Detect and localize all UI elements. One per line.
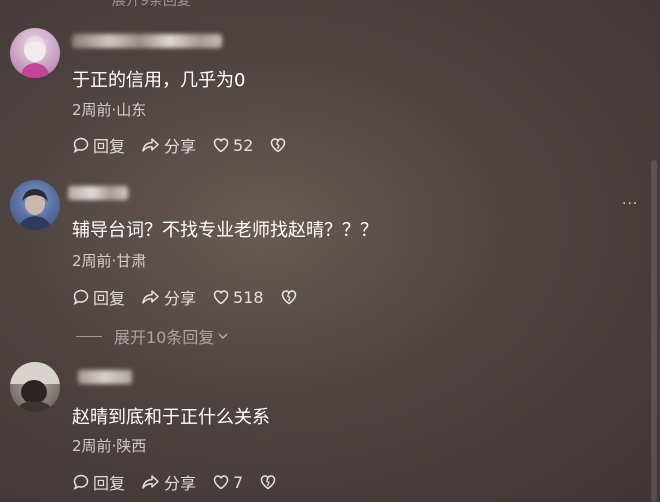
share-arrow-icon bbox=[142, 290, 159, 304]
avatar[interactable] bbox=[10, 28, 60, 78]
avatar[interactable] bbox=[10, 180, 60, 230]
broken-heart-icon bbox=[281, 290, 296, 305]
comment-text: 辅导台词？不找专业老师找赵晴？？？ bbox=[72, 220, 378, 241]
comment-text: 于正的信用，几乎为0 bbox=[72, 70, 246, 91]
broken-heart-icon bbox=[271, 138, 286, 153]
divider-line bbox=[76, 335, 102, 337]
share-label: 分享 bbox=[164, 289, 197, 308]
previous-expand-replies-label: 展开9条回复 bbox=[112, 0, 191, 8]
comment-meta: 2周前·甘肃 bbox=[72, 252, 147, 270]
expand-replies-label: 展开10条回复 bbox=[114, 328, 215, 347]
reply-button[interactable]: 回复 bbox=[72, 470, 125, 494]
more-options-button[interactable]: ··· bbox=[622, 196, 638, 212]
username-redacted[interactable] bbox=[78, 370, 132, 384]
chevron-down-icon bbox=[218, 333, 228, 340]
broken-heart-icon bbox=[260, 475, 276, 490]
like-count: 52 bbox=[233, 135, 254, 155]
share-label: 分享 bbox=[164, 474, 197, 493]
comment-bubble-icon bbox=[73, 474, 89, 491]
expand-replies-button[interactable]: 展开10条回复 bbox=[76, 324, 230, 348]
like-count: 518 bbox=[233, 287, 264, 307]
comment-meta: 2周前·陕西 bbox=[72, 437, 147, 455]
previous-expand-replies[interactable]: 展开9条回复 bbox=[0, 0, 660, 8]
heart-icon bbox=[213, 138, 229, 153]
share-button[interactable]: 分享 bbox=[141, 133, 196, 157]
reply-label: 回复 bbox=[93, 137, 126, 156]
share-button[interactable]: 分享 bbox=[141, 470, 196, 494]
dislike-button[interactable] bbox=[280, 288, 301, 306]
scrollbar[interactable] bbox=[651, 160, 657, 502]
heart-icon bbox=[213, 290, 229, 305]
comment-actions: 回复 分享 52 bbox=[72, 133, 306, 157]
comment-actions: 回复 分享 7 bbox=[72, 470, 296, 494]
reply-button[interactable]: 回复 bbox=[72, 133, 125, 157]
avatar[interactable] bbox=[10, 362, 60, 412]
dislike-button[interactable] bbox=[269, 136, 290, 154]
like-button[interactable]: 52 bbox=[212, 136, 253, 155]
username-redacted[interactable] bbox=[68, 186, 128, 200]
comment-actions: 回复 分享 518 bbox=[72, 285, 317, 309]
heart-icon bbox=[213, 475, 229, 490]
share-arrow-icon bbox=[142, 475, 159, 489]
reply-label: 回复 bbox=[93, 289, 126, 308]
comment-bubble-icon bbox=[73, 289, 89, 306]
reply-button[interactable]: 回复 bbox=[72, 285, 125, 309]
share-button[interactable]: 分享 bbox=[141, 285, 196, 309]
dislike-button[interactable] bbox=[259, 473, 280, 491]
like-button[interactable]: 518 bbox=[212, 288, 264, 307]
username-redacted[interactable] bbox=[72, 34, 222, 48]
comment-bubble-icon bbox=[73, 137, 89, 154]
share-label: 分享 bbox=[164, 137, 197, 156]
like-button[interactable]: 7 bbox=[212, 473, 243, 492]
comment-text: 赵晴到底和于正什么关系 bbox=[72, 407, 270, 428]
comment-meta: 2周前·山东 bbox=[72, 101, 147, 119]
reply-label: 回复 bbox=[93, 474, 126, 493]
share-arrow-icon bbox=[142, 138, 159, 152]
like-count: 7 bbox=[233, 472, 244, 492]
